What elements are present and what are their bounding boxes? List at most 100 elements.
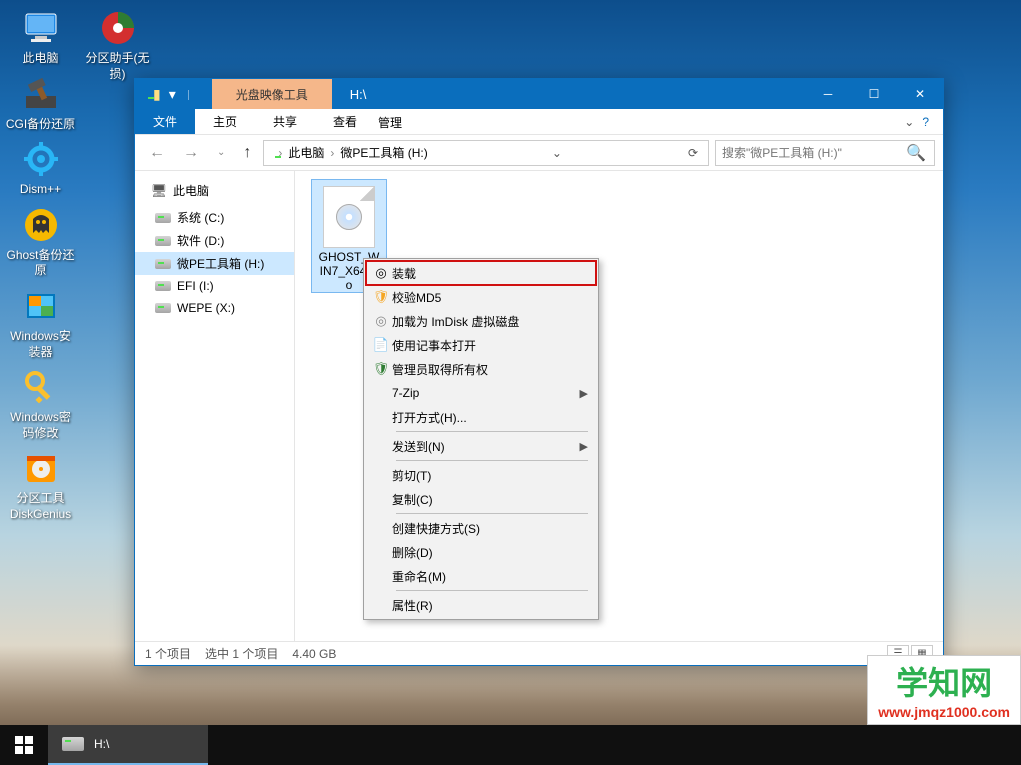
ctx-label: 发送到(N) — [392, 438, 445, 455]
desktop-icon-diskgenius[interactable]: 分区工具 DiskGenius — [3, 445, 78, 524]
address-dropdown-icon[interactable]: ⌄ — [546, 146, 568, 160]
taskbar[interactable]: H:\ — [0, 725, 1021, 765]
nav-back-button[interactable]: ← — [143, 140, 171, 166]
ctx-verify-md5[interactable]: 🛡校验MD5 — [366, 285, 596, 309]
status-item-count: 1 个项目 — [145, 645, 191, 662]
windows-install-icon — [20, 285, 62, 327]
hammer-icon — [20, 73, 62, 115]
nav-pane[interactable]: 🖥 此电脑 系统 (C:) 软件 (D:) 微PE工具箱 (H:) EFI (I… — [135, 171, 295, 641]
ctx-copy[interactable]: 复制(C) — [366, 487, 596, 511]
ctx-open-notepad[interactable]: 📄使用记事本打开 — [366, 333, 596, 357]
taskbar-item-label: H:\ — [94, 737, 109, 751]
desktop-icons-col1: 此电脑 CGI备份还原 Dism++ Ghost备份还 原 Windows安 装… — [3, 5, 78, 525]
nav-this-pc[interactable]: 🖥 此电脑 — [135, 179, 294, 202]
watermark: 学知网 www.jmqz1000.com — [867, 655, 1021, 725]
ribbon-tab-home[interactable]: 主页 — [195, 109, 255, 134]
ribbon-tab-manage[interactable]: 管理 — [350, 110, 430, 135]
nav-drive-d[interactable]: 软件 (D:) — [135, 229, 294, 252]
breadcrumb-segment[interactable]: 微PE工具箱 (H:) — [336, 144, 431, 161]
drive-icon — [155, 210, 171, 226]
desktop-icon-label: Dism++ — [20, 182, 61, 198]
ctx-7zip[interactable]: 7-Zip ▶ — [366, 381, 596, 405]
window-controls: ─ ☐ ✕ — [805, 79, 943, 109]
context-menu: ◎装载 🛡校验MD5 ◎加载为 ImDisk 虚拟磁盘 📄使用记事本打开 🛡管理… — [363, 258, 599, 620]
close-button[interactable]: ✕ — [897, 79, 943, 109]
maximize-button[interactable]: ☐ — [851, 79, 897, 109]
ribbon-tabs: 文件 主页 共享 查看 管理 ⌄ ? — [135, 109, 943, 135]
ctx-open-with[interactable]: 打开方式(H)... — [366, 405, 596, 429]
status-bar: 1 个项目 选中 1 个项目 4.40 GB ☰ ▦ — [135, 641, 943, 665]
ctx-label: 打开方式(H)... — [392, 409, 467, 426]
drive-icon — [155, 233, 171, 249]
ctx-cut[interactable]: 剪切(T) — [366, 463, 596, 487]
desktop-icons-col2: 分区助手(无 损) — [80, 5, 155, 84]
ctx-rename[interactable]: 重命名(M) — [366, 564, 596, 588]
window-title: H:\ — [332, 79, 805, 109]
status-selected-count: 选中 1 个项目 — [205, 645, 278, 662]
quick-access-toolbar: ▮ ▾ ｜ — [135, 79, 204, 109]
nav-label: 微PE工具箱 (H:) — [177, 255, 264, 272]
refresh-icon[interactable]: ⟳ — [682, 146, 704, 160]
ctx-admin-ownership[interactable]: 🛡管理员取得所有权 — [366, 357, 596, 381]
ribbon-help-icon[interactable]: ? — [922, 115, 929, 129]
desktop-icon-cgi-backup[interactable]: CGI备份还原 — [3, 71, 78, 135]
nav-drive-c[interactable]: 系统 (C:) — [135, 206, 294, 229]
ctx-label: 创建快捷方式(S) — [392, 520, 480, 537]
nav-drive-x[interactable]: WEPE (X:) — [135, 297, 294, 319]
ctx-label: 使用记事本打开 — [392, 337, 476, 354]
watermark-url: www.jmqz1000.com — [878, 704, 1010, 720]
ctx-load-imdisk[interactable]: ◎加载为 ImDisk 虚拟磁盘 — [366, 309, 596, 333]
ctx-mount[interactable]: ◎装载 — [366, 261, 596, 285]
ctx-label: 重命名(M) — [392, 568, 446, 585]
search-icon[interactable]: 🔍 — [898, 143, 934, 163]
taskbar-item-explorer[interactable]: H:\ — [48, 725, 208, 765]
disk-icon — [20, 447, 62, 489]
ctx-create-shortcut[interactable]: 创建快捷方式(S) — [366, 516, 596, 540]
breadcrumb-sep-icon[interactable]: › — [328, 146, 336, 160]
pc-icon — [20, 7, 62, 49]
desktop-icon-label: 此电脑 — [22, 51, 58, 67]
ctx-label: 剪切(T) — [392, 467, 431, 484]
desktop-icon-win-password[interactable]: Windows密 码修改 — [3, 364, 78, 443]
submenu-arrow-icon: ▶ — [580, 387, 588, 400]
notepad-icon: 📄 — [370, 337, 392, 353]
ctx-label: 7-Zip — [392, 386, 419, 400]
watermark-title: 学知网 — [878, 658, 1010, 704]
search-box[interactable]: 🔍 — [715, 140, 935, 166]
contextual-tab-label: 光盘映像工具 — [212, 79, 332, 109]
ctx-properties[interactable]: 属性(R) — [366, 593, 596, 617]
breadcrumb-segment[interactable]: 此电脑 — [284, 144, 328, 161]
search-input[interactable] — [716, 146, 898, 160]
ctx-send-to[interactable]: 发送到(N)▶ — [366, 434, 596, 458]
desktop-icon-dism[interactable]: Dism++ — [3, 136, 78, 200]
titlebar[interactable]: ▮ ▾ ｜ 光盘映像工具 H:\ ─ ☐ ✕ — [135, 79, 943, 109]
ribbon-right-controls: ⌄ ? — [890, 109, 943, 134]
qat-item[interactable]: ▮ — [153, 86, 161, 103]
desktop-icon-this-pc[interactable]: 此电脑 — [3, 5, 78, 69]
nav-label: WEPE (X:) — [177, 301, 235, 315]
qat-customize[interactable]: ｜ — [184, 87, 194, 102]
nav-forward-button[interactable]: → — [177, 140, 205, 166]
ribbon-tab-share[interactable]: 共享 — [255, 109, 315, 134]
pc-icon: 🖥 — [151, 183, 167, 199]
nav-up-button[interactable]: ↑ — [237, 140, 257, 166]
ribbon-tab-file[interactable]: 文件 — [135, 109, 195, 134]
desktop-icon-partition-assistant[interactable]: 分区助手(无 损) — [80, 5, 155, 84]
nav-recent-button[interactable]: ⌄ — [211, 143, 231, 162]
desktop-icon-win-installer[interactable]: Windows安 装器 — [3, 283, 78, 362]
ctx-delete[interactable]: 删除(D) — [366, 540, 596, 564]
ribbon-expand-icon[interactable]: ⌄ — [904, 115, 914, 129]
desktop-icon-label: Windows密 码修改 — [10, 410, 71, 441]
nav-label: 此电脑 — [173, 182, 209, 199]
ctx-separator — [396, 590, 588, 591]
drive-icon — [155, 300, 171, 316]
desktop-icon-label: CGI备份还原 — [6, 117, 75, 133]
desktop-icon-ghost[interactable]: Ghost备份还 原 — [3, 202, 78, 281]
nav-drive-h[interactable]: 微PE工具箱 (H:) — [135, 252, 294, 275]
minimize-button[interactable]: ─ — [805, 79, 851, 109]
partition-helper-icon — [97, 7, 139, 49]
start-button[interactable] — [0, 725, 48, 765]
drive-icon — [155, 278, 171, 294]
address-bar[interactable]: › 此电脑 › 微PE工具箱 (H:) ⌄ ⟳ — [263, 140, 709, 166]
nav-drive-i[interactable]: EFI (I:) — [135, 275, 294, 297]
